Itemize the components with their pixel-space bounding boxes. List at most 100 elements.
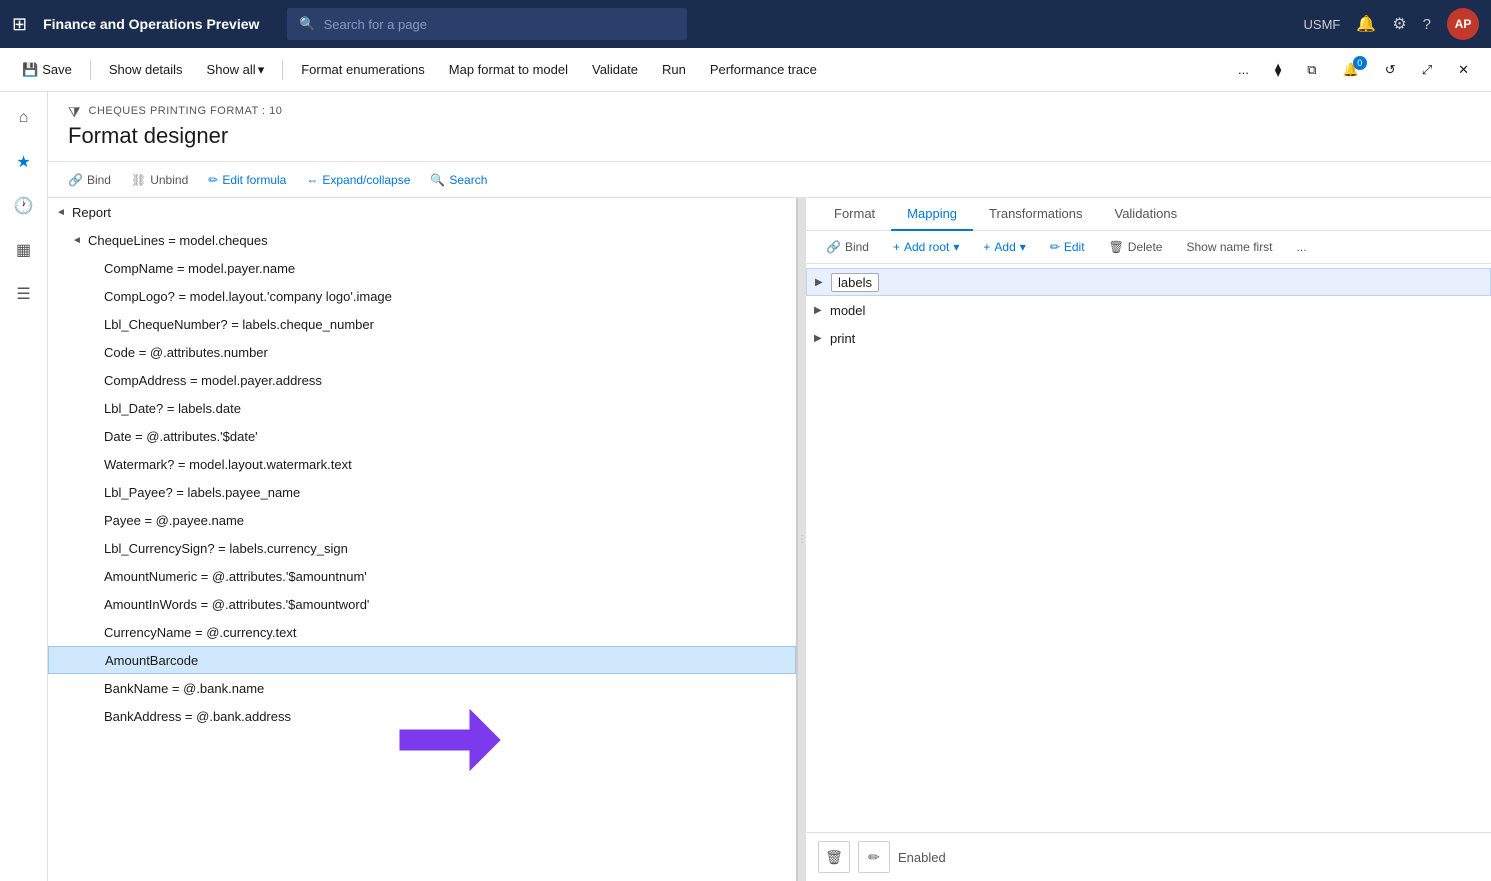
tree-item-18[interactable]: BankName = @.bank.name xyxy=(48,674,796,702)
sub-toolbar: 🔗 Bind ⛓ Unbind ✏ Edit formula ⇔ Expand/… xyxy=(48,162,1491,198)
tree-item-16[interactable]: CurrencyName = @.currency.text xyxy=(48,618,796,646)
more-mapping-button[interactable]: ... xyxy=(1289,237,1315,257)
show-name-first-button[interactable]: Show name first xyxy=(1178,237,1280,257)
search-button[interactable]: 🔍 Search xyxy=(422,170,495,190)
tree-item-3[interactable]: CompName = model.payer.name xyxy=(48,254,796,282)
trash-icon: 🗑 xyxy=(1109,240,1124,254)
save-icon: 💾 xyxy=(22,62,38,78)
tree-item-10[interactable]: Watermark? = model.layout.watermark.text xyxy=(48,450,796,478)
tree-item-5[interactable]: Lbl_ChequeNumber? = labels.cheque_number xyxy=(48,310,796,338)
search-icon: 🔍 xyxy=(299,16,315,32)
more-button[interactable]: ... xyxy=(1228,54,1259,86)
add-root-button[interactable]: + Add root ▾ xyxy=(885,237,967,257)
expand-arrow-icon: ▶ xyxy=(814,305,830,316)
performance-trace-button[interactable]: Performance trace xyxy=(700,54,827,86)
tree-item-13[interactable]: Lbl_CurrencySign? = labels.currency_sign xyxy=(48,534,796,562)
bind-button[interactable]: 🔗 Bind xyxy=(60,170,119,190)
user-avatar[interactable]: AP xyxy=(1447,8,1479,40)
notification-icon[interactable]: 🔔 xyxy=(1356,14,1376,34)
tree-item-text: AmountInWords = @.attributes.'$amountwor… xyxy=(104,597,369,612)
mapping-toolbar: 🔗 Bind + Add root ▾ + Add ▾ ✏ xyxy=(806,231,1491,264)
puzzle-button[interactable]: ⧫ xyxy=(1265,54,1291,86)
show-details-button[interactable]: Show details xyxy=(99,54,193,86)
top-navigation: ⊞ Finance and Operations Preview 🔍 Searc… xyxy=(0,0,1491,48)
tree-chevron: ◄ xyxy=(72,235,88,246)
close-button[interactable]: ✕ xyxy=(1448,54,1479,86)
expand-window-button[interactable]: ⤢ xyxy=(1412,54,1442,86)
main-toolbar: 💾 Save Show details Show all ▾ Format en… xyxy=(0,48,1491,92)
tree-item-text: BankAddress = @.bank.address xyxy=(104,709,291,724)
add-chevron: ▾ xyxy=(1020,240,1026,254)
link-icon: 🔗 xyxy=(826,240,841,254)
filter-icon: ⧩ xyxy=(68,104,81,121)
format-enumerations-button[interactable]: Format enumerations xyxy=(291,54,435,86)
tree-item-1[interactable]: ◄Report xyxy=(48,198,796,226)
tree-item-11[interactable]: Lbl_Payee? = labels.payee_name xyxy=(48,478,796,506)
mapping-item-model[interactable]: ▶model xyxy=(806,296,1491,324)
tree-item-4[interactable]: CompLogo? = model.layout.'company logo'.… xyxy=(48,282,796,310)
tree-item-17[interactable]: AmountBarcode xyxy=(48,646,796,674)
sidebar-item-list[interactable]: ☰ xyxy=(6,276,42,312)
mapping-item-print[interactable]: ▶print xyxy=(806,324,1491,352)
tree-item-14[interactable]: AmountNumeric = @.attributes.'$amountnum… xyxy=(48,562,796,590)
edit-button[interactable]: ✏ Edit xyxy=(1042,237,1093,257)
app-title: Finance and Operations Preview xyxy=(43,16,259,32)
pencil-icon: ✏ xyxy=(868,849,880,866)
layers-button[interactable]: ⧉ xyxy=(1297,54,1326,86)
unlink-icon: ⛓ xyxy=(131,173,146,187)
sidebar-item-star[interactable]: ★ xyxy=(6,144,42,180)
link-icon: 🔗 xyxy=(68,173,83,187)
save-button[interactable]: 💾 Save xyxy=(12,54,82,86)
page-title: Format designer xyxy=(68,123,1471,149)
run-button[interactable]: Run xyxy=(652,54,696,86)
tree-item-text: Lbl_Date? = labels.date xyxy=(104,401,241,416)
split-pane: ◄Report◄ChequeLines = model.chequesCompN… xyxy=(48,198,1491,881)
mapping-item-label: labels xyxy=(831,273,879,292)
pane-splitter[interactable]: ⋮ xyxy=(798,198,806,881)
plus-icon: + xyxy=(893,240,900,254)
mapping-bind-button[interactable]: 🔗 Bind xyxy=(818,237,877,257)
map-format-button[interactable]: Map format to model xyxy=(439,54,578,86)
tree-item-19[interactable]: BankAddress = @.bank.address xyxy=(48,702,796,730)
help-icon[interactable]: ? xyxy=(1423,16,1431,33)
tab-format[interactable]: Format xyxy=(818,198,891,231)
mapping-item-labels[interactable]: ▶labels xyxy=(806,268,1491,296)
badge-button[interactable]: 🔔 0 xyxy=(1333,54,1369,86)
show-all-button[interactable]: Show all ▾ xyxy=(197,54,275,86)
refresh-button[interactable]: ↺ xyxy=(1375,54,1406,86)
sidebar-item-calendar[interactable]: ▦ xyxy=(6,232,42,268)
sidebar-item-home[interactable]: ⌂ xyxy=(6,100,42,136)
toolbar-separator-2 xyxy=(282,60,283,80)
tree-item-15[interactable]: AmountInWords = @.attributes.'$amountwor… xyxy=(48,590,796,618)
tree-item-text: CurrencyName = @.currency.text xyxy=(104,625,297,640)
sidebar-item-clock[interactable]: 🕐 xyxy=(6,188,42,224)
delete-button[interactable]: 🗑 Delete xyxy=(1101,237,1171,257)
tab-validations[interactable]: Validations xyxy=(1098,198,1193,231)
tree-item-7[interactable]: CompAddress = model.payer.address xyxy=(48,366,796,394)
validate-button[interactable]: Validate xyxy=(582,54,648,86)
breadcrumb: CHEQUES PRINTING FORMAT : 10 xyxy=(89,105,283,117)
tree-item-6[interactable]: Code = @.attributes.number xyxy=(48,338,796,366)
add-button[interactable]: + Add ▾ xyxy=(975,237,1033,257)
mapping-item-label: print xyxy=(830,331,855,346)
mapping-panel: Format Mapping Transformations Validatio… xyxy=(806,198,1491,881)
unbind-button[interactable]: ⛓ Unbind xyxy=(123,170,196,190)
mapping-item-label: model xyxy=(830,303,865,318)
tree-item-9[interactable]: Date = @.attributes.'$date' xyxy=(48,422,796,450)
settings-icon[interactable]: ⚙ xyxy=(1392,14,1406,34)
tree-item-8[interactable]: Lbl_Date? = labels.date xyxy=(48,394,796,422)
tab-transformations[interactable]: Transformations xyxy=(973,198,1098,231)
tree-item-text: BankName = @.bank.name xyxy=(104,681,264,696)
app-grid-icon[interactable]: ⊞ xyxy=(12,14,27,35)
expand-collapse-button[interactable]: ⇔ Expand/collapse xyxy=(298,170,418,190)
pencil-icon: ✏ xyxy=(1050,240,1060,254)
tree-item-12[interactable]: Payee = @.payee.name xyxy=(48,506,796,534)
mapping-delete-button[interactable]: 🗑 xyxy=(818,841,850,873)
edit-formula-button[interactable]: ✏ Edit formula xyxy=(200,170,294,190)
global-search-bar[interactable]: 🔍 Search for a page xyxy=(287,8,687,40)
mapping-edit-button[interactable]: ✏ xyxy=(858,841,890,873)
tree-chevron: ◄ xyxy=(56,207,72,218)
tree-item-text: Report xyxy=(72,205,111,220)
tree-item-2[interactable]: ◄ChequeLines = model.cheques xyxy=(48,226,796,254)
tab-mapping[interactable]: Mapping xyxy=(891,198,973,231)
